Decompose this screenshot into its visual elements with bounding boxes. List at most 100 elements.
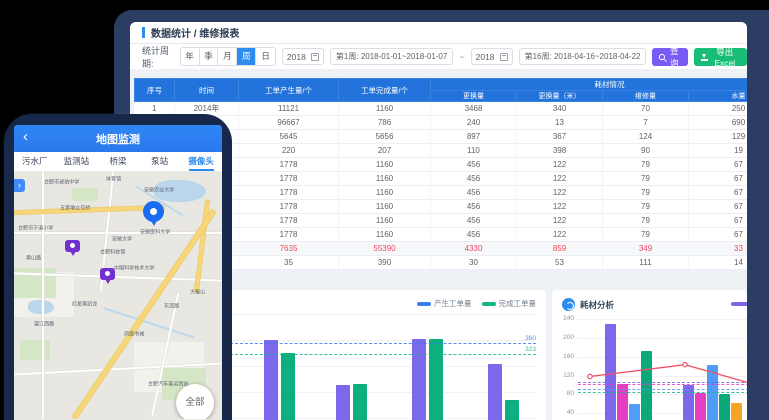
average-ref-line: 323 xyxy=(230,354,536,355)
chart2-title: 耗材分析 xyxy=(580,299,614,311)
map-park xyxy=(72,188,98,201)
map-label: 合肥市琥珀中学 xyxy=(44,178,79,185)
workorder-chart-panel: 产生工单量 完成工单量 360 323 xyxy=(220,290,546,420)
camera-marker-icon[interactable] xyxy=(100,268,115,280)
phone-tab-bar: 污水厂监测站桥梁泵站摄像头 xyxy=(14,152,222,172)
phone-tab-污水厂[interactable]: 污水厂 xyxy=(14,152,56,171)
map-label: 东流路 xyxy=(164,302,179,309)
show-all-button[interactable]: 全部 xyxy=(176,384,214,419)
map-label: 凤凰书城 xyxy=(124,330,144,337)
export-excel-button[interactable]: 导出Excel xyxy=(694,48,747,66)
map-label: 中国科学技术大学 xyxy=(114,264,154,271)
legend-item[interactable]: 完成工单量 xyxy=(482,298,537,309)
legend-item[interactable]: 产生工单量 xyxy=(417,298,472,309)
period-option[interactable]: 日 xyxy=(256,48,275,65)
gridline xyxy=(230,314,536,315)
y-axis-tick: 160 xyxy=(556,353,574,360)
export-button-label: 导出Excel xyxy=(709,46,740,68)
bar-产生工单量 xyxy=(264,340,278,420)
phone-tab-监测站[interactable]: 监测站 xyxy=(56,152,98,171)
y-axis-tick: 240 xyxy=(556,315,574,322)
map-label: 五里墩立交桥 xyxy=(60,204,90,211)
table-row: 12014年111211160346834070250 xyxy=(135,102,748,116)
map-label: 合肥科技馆 xyxy=(100,248,125,255)
stage: 数据统计 / 维修报表 统计周期: 年季月周日 2018 第1周: 2018-0… xyxy=(0,0,769,420)
query-button[interactable]: 查询 xyxy=(652,48,687,66)
map-label: 安徽大学 xyxy=(112,235,132,242)
bar-产生工单量 xyxy=(488,364,502,420)
chart-legend: 产生工单量 完成工单量 xyxy=(417,298,536,309)
end-week-input[interactable]: 第16周: 2018-04-16~2018-04-22 xyxy=(519,48,647,65)
map-label: 红星美凯龙 xyxy=(72,300,97,307)
y-axis-tick: 80 xyxy=(556,390,574,397)
map-river xyxy=(104,307,195,338)
query-button-label: 查询 xyxy=(668,45,681,69)
phone-page-title: 地图监测 xyxy=(96,131,140,147)
phone-header: ‹ 地图监测 xyxy=(14,125,222,152)
calendar-icon xyxy=(500,53,508,61)
map-view[interactable]: › 全部 合肥市琥珀中学 体育馆安徽农业大学五里墩立交桥合肥市宁溪小学安徽医科大学… xyxy=(14,172,222,419)
phone-screen: ‹ 地图监测 污水厂监测站桥梁泵站摄像头 xyxy=(14,125,222,420)
phone-tab-桥梁[interactable]: 桥梁 xyxy=(97,152,139,171)
map-road xyxy=(14,232,222,234)
pie-chart-icon xyxy=(562,298,575,311)
filter-toolbar: 统计周期: 年季月周日 2018 第1周: 2018-01-01~2018-01… xyxy=(130,44,747,70)
y-axis-tick: 200 xyxy=(556,334,574,341)
start-year-value: 2018 xyxy=(287,52,306,62)
range-separator: ~ xyxy=(459,52,464,62)
period-option[interactable]: 月 xyxy=(218,48,237,65)
phone-tab-泵站[interactable]: 泵站 xyxy=(139,152,181,171)
breadcrumb-accent-bar xyxy=(142,27,145,38)
bar-产生工单量 xyxy=(412,339,426,420)
ref-line-label: 323 xyxy=(525,346,536,353)
y-axis-tick: 40 xyxy=(556,409,574,416)
y-axis-tick: 120 xyxy=(556,372,574,379)
calendar-icon xyxy=(311,53,319,61)
bar-产生工单量 xyxy=(336,385,350,420)
bar-完成工单量 xyxy=(505,400,519,420)
breadcrumb: 数据统计 / 维修报表 xyxy=(151,25,239,40)
map-label: 体育馆 xyxy=(106,175,121,182)
back-icon[interactable]: ‹ xyxy=(23,128,28,145)
period-label: 统计周期: xyxy=(142,44,174,70)
map-label: 安徽医科大学 xyxy=(140,228,170,235)
map-label: 安徽农业大学 xyxy=(144,186,174,193)
selected-pin-icon[interactable] xyxy=(143,201,164,222)
map-label: 合肥汽车客运西站 xyxy=(148,380,188,387)
chart2-legend-pill[interactable] xyxy=(731,302,747,306)
phone-tab-摄像头[interactable]: 摄像头 xyxy=(180,152,222,171)
period-segmented-control: 年季月周日 xyxy=(180,47,276,66)
map-label: 黄山路 xyxy=(26,254,41,261)
end-year-value: 2018 xyxy=(476,52,495,62)
download-icon xyxy=(701,53,707,61)
search-icon xyxy=(659,54,664,60)
legend-label: 完成工单量 xyxy=(499,298,537,309)
map-park xyxy=(20,340,50,360)
workorder-bar-chart: 360 323 xyxy=(230,314,536,420)
map-label: 大蜀山 xyxy=(190,288,205,295)
period-option[interactable]: 年 xyxy=(181,48,200,65)
map-lake xyxy=(28,300,54,314)
camera-marker-icon[interactable] xyxy=(65,240,80,252)
average-ref-line: 360 xyxy=(230,343,536,344)
period-option[interactable]: 季 xyxy=(200,48,219,65)
breadcrumb-bar: 数据统计 / 维修报表 xyxy=(130,22,747,44)
map-expander-button[interactable]: › xyxy=(14,179,25,192)
legend-pill-icon xyxy=(417,302,431,306)
bar-完成工单量 xyxy=(429,339,443,420)
period-option[interactable]: 周 xyxy=(237,48,256,65)
legend-pill-icon xyxy=(482,302,496,306)
start-year-select[interactable]: 2018 xyxy=(282,48,324,65)
bar-完成工单量 xyxy=(281,353,295,420)
legend-label: 产生工单量 xyxy=(434,298,472,309)
bar-完成工单量 xyxy=(353,384,367,420)
consumable-bar-chart: 2402001601208040 xyxy=(578,312,747,420)
end-year-select[interactable]: 2018 xyxy=(471,48,513,65)
trend-line xyxy=(578,312,747,420)
phone-mockup: ‹ 地图监测 污水厂监测站桥梁泵站摄像头 xyxy=(4,114,232,420)
consumable-chart-panel: 耗材分析 2402001601208040 xyxy=(552,290,747,420)
map-label: 望江西路 xyxy=(34,320,54,327)
map-label: 合肥市宁溪小学 xyxy=(18,224,53,231)
start-week-input[interactable]: 第1周: 2018-01-01~2018-01-07 xyxy=(330,48,453,65)
chart2-header: 耗材分析 xyxy=(562,298,614,311)
